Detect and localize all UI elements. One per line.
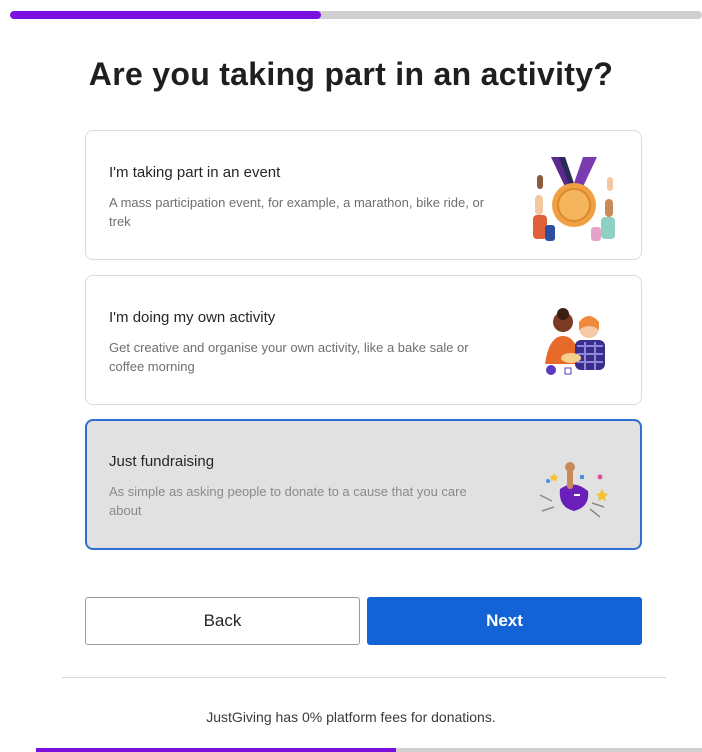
progress-bar	[10, 11, 702, 19]
back-button[interactable]: Back	[85, 597, 360, 645]
next-button[interactable]: Next	[367, 597, 642, 645]
option-description: As simple as asking people to donate to …	[109, 484, 467, 518]
activity-selection-page: Are you taking part in an activity? I'm …	[0, 0, 702, 752]
option-own-activity[interactable]: I'm doing my own activity Get creative a…	[85, 275, 642, 405]
option-just-fundraising[interactable]: Just fundraising As simple as asking peo…	[85, 419, 642, 550]
option-description: A mass participation event, for example,…	[109, 195, 485, 229]
progress-bar-fill	[10, 11, 322, 19]
medal-illustration-icon	[533, 157, 615, 241]
option-event[interactable]: I'm taking part in an event A mass parti…	[85, 130, 642, 260]
fundraising-celebration-illustration-icon	[539, 462, 608, 518]
option-title: I'm doing my own activity	[109, 309, 276, 326]
divider	[62, 677, 666, 678]
option-description: Get creative and organise your own activ…	[109, 340, 469, 374]
people-activity-illustration-icon	[545, 308, 605, 375]
platform-fee-note: JustGiving has 0% platform fees for dona…	[206, 709, 496, 725]
option-title: Just fundraising	[109, 453, 215, 470]
option-title: I'm taking part in an event	[109, 164, 281, 181]
page-title: Are you taking part in an activity?	[88, 56, 614, 92]
bottom-progress-bar	[36, 748, 702, 752]
bottom-progress-fill	[36, 748, 396, 752]
